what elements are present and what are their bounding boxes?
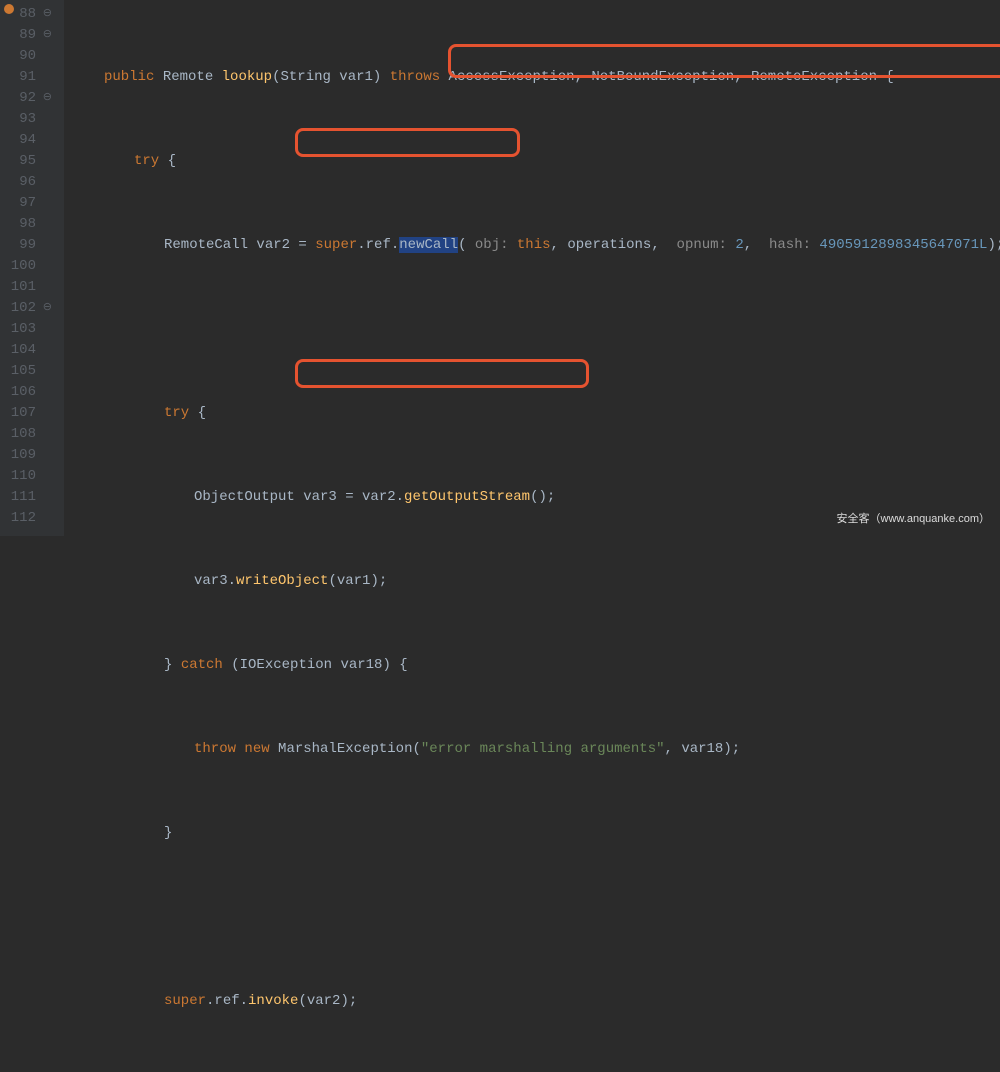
- code-area[interactable]: public Remote lookup ( String var1) throws…: [64, 0, 1000, 536]
- space: [236, 741, 244, 757]
- code-text: , var18);: [665, 741, 741, 757]
- line-number: 112: [0, 508, 58, 529]
- code-line-empty: [64, 907, 1000, 928]
- line-number: 107: [0, 403, 58, 424]
- punct: ();: [530, 489, 555, 505]
- line-number: 110: [0, 466, 58, 487]
- string-literal: "error marshalling arguments": [421, 741, 665, 757]
- method-name-selected: newCall: [399, 237, 458, 253]
- punct: (var2);: [298, 993, 357, 1009]
- param: var1): [331, 69, 390, 85]
- code-line: super.ref.invoke(var2);: [64, 991, 1000, 1012]
- type-name: Remote: [163, 69, 213, 85]
- line-number: 106: [0, 382, 58, 403]
- punct: (: [458, 237, 475, 253]
- line-number: 108: [0, 424, 58, 445]
- line-number: 88⊖: [0, 4, 58, 25]
- code-line: ObjectOutput var3 = var2.getOutputStream…: [64, 487, 1000, 508]
- keyword: catch: [181, 657, 223, 673]
- type-name: String: [280, 69, 330, 85]
- code-line: }: [64, 823, 1000, 844]
- brace: {: [159, 153, 176, 169]
- method-name: getOutputStream: [404, 489, 530, 505]
- line-number: 94: [0, 130, 58, 151]
- line-number: 111: [0, 487, 58, 508]
- code-line: } catch (IOException var18) {: [64, 655, 1000, 676]
- brace: }: [164, 825, 172, 841]
- code-text: AccessException, NotBoundException, Remo…: [440, 69, 894, 85]
- keyword: try: [134, 153, 159, 169]
- code-text: MarshalException(: [270, 741, 421, 757]
- line-number: 102⊖: [0, 298, 58, 319]
- keyword: super: [164, 993, 206, 1009]
- line-number: 91: [0, 67, 58, 88]
- brace: {: [189, 405, 206, 421]
- punct: );: [987, 237, 1000, 253]
- param-hint: opnum:: [677, 237, 727, 253]
- code-text: ,: [744, 237, 769, 253]
- code-line: throw new MarshalException("error marsha…: [64, 739, 1000, 760]
- line-number: 109: [0, 445, 58, 466]
- code-line: RemoteCall var2 = super.ref.newCall( obj…: [64, 235, 1000, 256]
- brace: }: [164, 657, 181, 673]
- keyword: super: [315, 237, 357, 253]
- code-line-empty: [64, 319, 1000, 340]
- line-number: 105: [0, 361, 58, 382]
- keyword: throw: [194, 741, 236, 757]
- line-number: 101: [0, 277, 58, 298]
- line-number: 99: [0, 235, 58, 256]
- line-number: 104: [0, 340, 58, 361]
- line-number: 92⊖: [0, 88, 58, 109]
- code-text: ObjectOutput var3 = var2.: [194, 489, 404, 505]
- code-text: RemoteCall var2 =: [164, 237, 315, 253]
- code-line: var3.writeObject(var1);: [64, 571, 1000, 592]
- code-text: .ref.: [357, 237, 399, 253]
- method-name: invoke: [248, 993, 298, 1009]
- code-text: (var1);: [328, 573, 387, 589]
- keyword: throws: [390, 69, 440, 85]
- method-name: lookup: [222, 69, 272, 85]
- keyword: public: [104, 69, 154, 85]
- keyword: this: [509, 237, 551, 253]
- line-number: 96: [0, 172, 58, 193]
- line-number: 93: [0, 109, 58, 130]
- line-number: 89⊖: [0, 25, 58, 46]
- code-editor[interactable]: 88⊖89⊖909192⊖93949596979899100101102⊖103…: [0, 0, 1000, 536]
- code-line: public Remote lookup(String var1) throws…: [64, 67, 1000, 88]
- code-text: var3.: [194, 573, 236, 589]
- code-text: , operations,: [551, 237, 677, 253]
- line-number: 98: [0, 214, 58, 235]
- param-hint: hash:: [769, 237, 811, 253]
- line-number: 95: [0, 151, 58, 172]
- code-text: .ref.: [206, 993, 248, 1009]
- line-number-gutter: 88⊖89⊖909192⊖93949596979899100101102⊖103…: [0, 0, 64, 536]
- keyword: try: [164, 405, 189, 421]
- fold-icon[interactable]: ⊖: [43, 25, 52, 46]
- method-name: writeObject: [236, 573, 328, 589]
- code-line: try {: [64, 403, 1000, 424]
- line-number: 100: [0, 256, 58, 277]
- param-hint: obj:: [475, 237, 509, 253]
- keyword: new: [244, 741, 269, 757]
- line-number: 103: [0, 319, 58, 340]
- code-line: try {: [64, 151, 1000, 172]
- number-literal: 2: [727, 237, 744, 253]
- highlight-box-icon: [295, 359, 589, 388]
- code-text: (IOException var18) {: [223, 657, 408, 673]
- line-number: 90: [0, 46, 58, 67]
- fold-icon[interactable]: ⊖: [43, 4, 52, 25]
- watermark-label: 安全客（www.anquanke.com）: [837, 509, 990, 530]
- fold-icon[interactable]: ⊖: [43, 88, 52, 109]
- number-literal: 4905912898345647071L: [811, 237, 987, 253]
- line-number: 97: [0, 193, 58, 214]
- fold-icon[interactable]: ⊖: [43, 298, 52, 319]
